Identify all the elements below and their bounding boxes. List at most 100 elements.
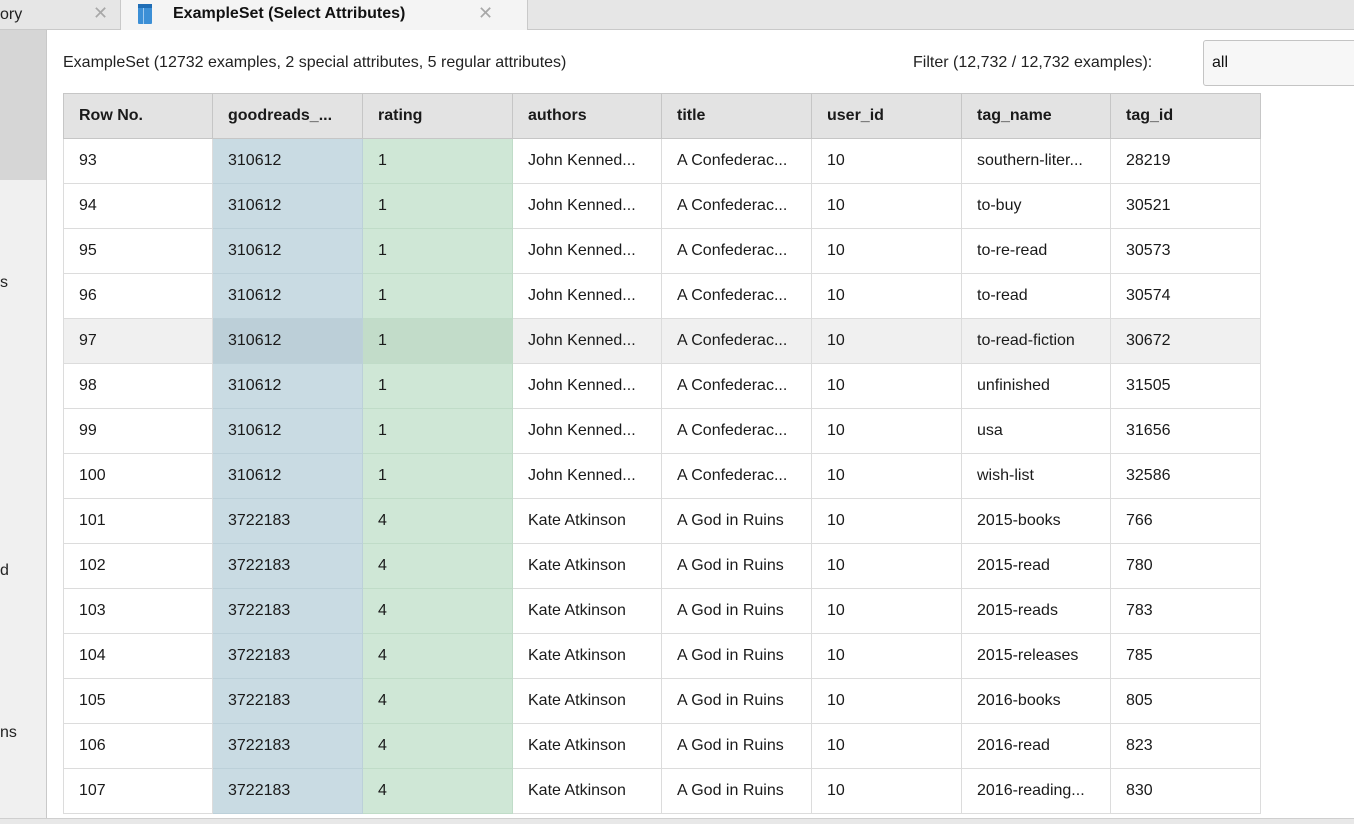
cell-user-id[interactable]: 10 (811, 723, 962, 769)
cell-authors[interactable]: Kate Atkinson (512, 633, 662, 679)
table-row[interactable]: 105 3722183 4 Kate Atkinson A God in Ruins 10… (63, 678, 1261, 724)
cell-row-no[interactable]: 95 (63, 228, 213, 274)
cell-rating[interactable]: 4 (362, 768, 513, 814)
view-selector-active[interactable] (0, 30, 46, 180)
cell-rating[interactable]: 1 (362, 273, 513, 319)
cell-user-id[interactable]: 10 (811, 588, 962, 634)
cell-tag-id[interactable]: 830 (1110, 768, 1261, 814)
cell-title[interactable]: A Confederac... (661, 408, 812, 454)
cell-authors[interactable]: John Kenned... (512, 273, 662, 319)
table-row[interactable]: 102 3722183 4 Kate Atkinson A God in Ruins 10… (63, 543, 1261, 589)
cell-row-no[interactable]: 105 (63, 678, 213, 724)
cell-row-no[interactable]: 101 (63, 498, 213, 544)
cell-rating[interactable]: 4 (362, 588, 513, 634)
cell-row-no[interactable]: 96 (63, 273, 213, 319)
table-row[interactable]: 103 3722183 4 Kate Atkinson A God in Ruins 10… (63, 588, 1261, 634)
cell-tag-name[interactable]: 2015-books (961, 498, 1111, 544)
cell-rating[interactable]: 1 (362, 183, 513, 229)
cell-tag-id[interactable]: 823 (1110, 723, 1261, 769)
cell-title[interactable]: A Confederac... (661, 318, 812, 364)
left-panel-label[interactable]: d (0, 562, 9, 580)
cell-rating[interactable]: 1 (362, 318, 513, 364)
cell-rating[interactable]: 4 (362, 543, 513, 589)
cell-tag-name[interactable]: 2016-reading... (961, 768, 1111, 814)
cell-row-no[interactable]: 104 (63, 633, 213, 679)
cell-goodreads-id[interactable]: 310612 (212, 138, 363, 184)
column-header-tag-name[interactable]: tag_name (961, 93, 1111, 139)
cell-user-id[interactable]: 10 (811, 408, 962, 454)
cell-rating[interactable]: 4 (362, 723, 513, 769)
cell-row-no[interactable]: 98 (63, 363, 213, 409)
cell-tag-id[interactable]: 28219 (1110, 138, 1261, 184)
table-row[interactable]: 99 310612 1 John Kenned... A Confederac... 10… (63, 408, 1261, 454)
cell-user-id[interactable]: 10 (811, 228, 962, 274)
cell-tag-name[interactable]: usa (961, 408, 1111, 454)
cell-tag-name[interactable]: to-read-fiction (961, 318, 1111, 364)
cell-goodreads-id[interactable]: 310612 (212, 363, 363, 409)
cell-authors[interactable]: Kate Atkinson (512, 498, 662, 544)
cell-authors[interactable]: John Kenned... (512, 228, 662, 274)
cell-authors[interactable]: John Kenned... (512, 453, 662, 499)
cell-row-no[interactable]: 102 (63, 543, 213, 589)
cell-rating[interactable]: 4 (362, 678, 513, 724)
cell-tag-name[interactable]: to-read (961, 273, 1111, 319)
column-header-row-no[interactable]: Row No. (63, 93, 213, 139)
cell-rating[interactable]: 4 (362, 633, 513, 679)
table-row[interactable]: 101 3722183 4 Kate Atkinson A God in Ruins 10… (63, 498, 1261, 544)
cell-tag-id[interactable]: 31505 (1110, 363, 1261, 409)
cell-goodreads-id[interactable]: 310612 (212, 228, 363, 274)
table-row[interactable]: 104 3722183 4 Kate Atkinson A God in Ruins 10… (63, 633, 1261, 679)
cell-tag-name[interactable]: 2015-releases (961, 633, 1111, 679)
table-row[interactable]: 98 310612 1 John Kenned... A Confederac... 10… (63, 363, 1261, 409)
column-header-rating[interactable]: rating (362, 93, 513, 139)
table-row[interactable]: 95 310612 1 John Kenned... A Confederac... 10… (63, 228, 1261, 274)
cell-tag-id[interactable]: 783 (1110, 588, 1261, 634)
table-row[interactable]: 96 310612 1 John Kenned... A Confederac... 10… (63, 273, 1261, 319)
cell-rating[interactable]: 1 (362, 363, 513, 409)
filter-dropdown[interactable]: all (1203, 40, 1354, 86)
cell-title[interactable]: A Confederac... (661, 228, 812, 274)
cell-user-id[interactable]: 10 (811, 318, 962, 364)
cell-user-id[interactable]: 10 (811, 273, 962, 319)
cell-title[interactable]: A God in Ruins (661, 588, 812, 634)
tab-repository[interactable]: ory ✕ (0, 0, 119, 29)
cell-row-no[interactable]: 97 (63, 318, 213, 364)
cell-goodreads-id[interactable]: 310612 (212, 183, 363, 229)
cell-tag-name[interactable]: 2016-read (961, 723, 1111, 769)
cell-authors[interactable]: John Kenned... (512, 318, 662, 364)
cell-authors[interactable]: Kate Atkinson (512, 543, 662, 589)
cell-authors[interactable]: John Kenned... (512, 183, 662, 229)
left-panel-label[interactable]: ns (0, 724, 17, 742)
cell-tag-id[interactable]: 30574 (1110, 273, 1261, 319)
cell-tag-id[interactable]: 766 (1110, 498, 1261, 544)
cell-tag-id[interactable]: 780 (1110, 543, 1261, 589)
cell-row-no[interactable]: 100 (63, 453, 213, 499)
cell-row-no[interactable]: 107 (63, 768, 213, 814)
cell-goodreads-id[interactable]: 310612 (212, 273, 363, 319)
table-row[interactable]: 107 3722183 4 Kate Atkinson A God in Ruins 10… (63, 768, 1261, 814)
column-header-tag-id[interactable]: tag_id (1110, 93, 1261, 139)
cell-row-no[interactable]: 93 (63, 138, 213, 184)
cell-title[interactable]: A God in Ruins (661, 633, 812, 679)
cell-title[interactable]: A God in Ruins (661, 498, 812, 544)
cell-goodreads-id[interactable]: 3722183 (212, 768, 363, 814)
cell-tag-id[interactable]: 30573 (1110, 228, 1261, 274)
cell-tag-name[interactable]: 2015-reads (961, 588, 1111, 634)
cell-title[interactable]: A Confederac... (661, 138, 812, 184)
cell-authors[interactable]: Kate Atkinson (512, 678, 662, 724)
tab-exampleset[interactable]: ExampleSet (Select Attributes) ✕ (120, 0, 528, 30)
cell-authors[interactable]: Kate Atkinson (512, 768, 662, 814)
left-panel-label[interactable]: s (0, 274, 8, 292)
cell-tag-name[interactable]: 2015-read (961, 543, 1111, 589)
cell-goodreads-id[interactable]: 3722183 (212, 633, 363, 679)
column-header-title[interactable]: title (661, 93, 812, 139)
cell-title[interactable]: A Confederac... (661, 183, 812, 229)
cell-row-no[interactable]: 103 (63, 588, 213, 634)
cell-tag-name[interactable]: to-re-read (961, 228, 1111, 274)
cell-tag-id[interactable]: 32586 (1110, 453, 1261, 499)
cell-rating[interactable]: 1 (362, 228, 513, 274)
column-header-authors[interactable]: authors (512, 93, 662, 139)
cell-user-id[interactable]: 10 (811, 543, 962, 589)
cell-title[interactable]: A Confederac... (661, 363, 812, 409)
column-header-goodreads[interactable]: goodreads_... (212, 93, 363, 139)
